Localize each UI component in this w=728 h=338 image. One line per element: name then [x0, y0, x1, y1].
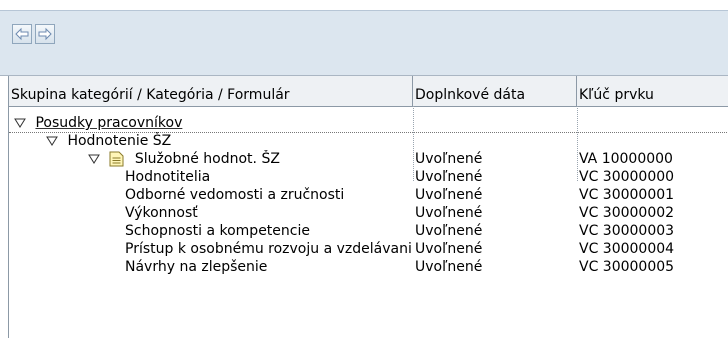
additional-data-cell: Uvoľnené	[415, 205, 483, 221]
column-header-additional-data[interactable]: Doplnkové dáta	[413, 76, 577, 106]
additional-data-cell: Uvoľnené	[415, 259, 483, 275]
tree-node-label[interactable]: Prístup k osobnému rozvoju a vzdelávaniu	[125, 240, 413, 258]
additional-data-cell: Uvoľnené	[415, 187, 483, 203]
tree-node-label[interactable]: Odborné vedomosti a zručnosti	[125, 186, 413, 204]
table-row[interactable]: Prístup k osobnému rozvoju a vzdelávaniu…	[9, 240, 728, 258]
column-header-element-key[interactable]: Kľúč prvku	[577, 76, 728, 106]
tree-table: Skupina kategórií / Kategória / Formulár…	[8, 76, 728, 338]
column-header-category[interactable]: Skupina kategórií / Kategória / Formulár	[9, 76, 413, 106]
additional-data-cell: Uvoľnené	[415, 169, 483, 185]
forward-button[interactable]	[35, 24, 55, 44]
element-key-cell: VC 30000004	[579, 241, 675, 257]
additional-data-cell: Uvoľnené	[415, 241, 483, 257]
table-row[interactable]: Hodnotenie ŠZ	[9, 132, 728, 150]
table-row[interactable]: Odborné vedomosti a zručnosti Uvoľnené V…	[9, 186, 728, 204]
element-key-cell: VA 10000000	[579, 151, 673, 167]
table-row[interactable]: Výkonnosť Uvoľnené VC 30000002	[9, 204, 728, 222]
back-button[interactable]	[12, 24, 32, 44]
table-row[interactable]: Služobné hodnot. ŠZ Uvoľnené VA 10000000	[9, 150, 728, 168]
table-row[interactable]: Posudky pracovníkov	[9, 114, 728, 133]
additional-data-cell: Uvoľnené	[415, 223, 483, 239]
table-row[interactable]: Hodnotitelia Uvoľnené VC 30000000	[9, 168, 728, 186]
tree-node-label[interactable]: Posudky pracovníkov	[35, 115, 182, 131]
form-document-icon	[109, 151, 124, 167]
arrow-right-icon	[38, 27, 52, 41]
element-key-cell: VC 30000005	[579, 259, 675, 275]
tree-node-label[interactable]: Služobné hodnot. ŠZ	[135, 151, 280, 167]
element-key-cell: VC 30000001	[579, 187, 675, 203]
expand-triangle-icon[interactable]	[13, 117, 27, 129]
additional-data-cell: Uvoľnené	[415, 151, 483, 167]
title-strip	[0, 0, 728, 10]
tree-node-label[interactable]: Výkonnosť	[125, 204, 413, 222]
toolbar	[0, 10, 728, 58]
table-row[interactable]: Návrhy na zlepšenie Uvoľnené VC 30000005	[9, 258, 728, 276]
table-header: Skupina kategórií / Kategória / Formulár…	[9, 76, 728, 107]
element-key-cell: VC 30000003	[579, 223, 675, 239]
toolbar-gap	[0, 57, 728, 76]
table-row[interactable]: Schopnosti a kompetencie Uvoľnené VC 300…	[9, 222, 728, 240]
arrow-left-icon	[15, 27, 29, 41]
tree-node-label[interactable]: Hodnotenie ŠZ	[67, 133, 171, 149]
expand-triangle-icon[interactable]	[87, 153, 101, 165]
tree-node-label[interactable]: Schopnosti a kompetencie	[125, 222, 413, 240]
element-key-cell: VC 30000002	[579, 205, 675, 221]
tree-node-label[interactable]: Hodnotitelia	[125, 168, 413, 186]
element-key-cell: VC 30000000	[579, 169, 675, 185]
tree-node-label[interactable]: Návrhy na zlepšenie	[125, 258, 413, 276]
expand-triangle-icon[interactable]	[45, 135, 59, 147]
